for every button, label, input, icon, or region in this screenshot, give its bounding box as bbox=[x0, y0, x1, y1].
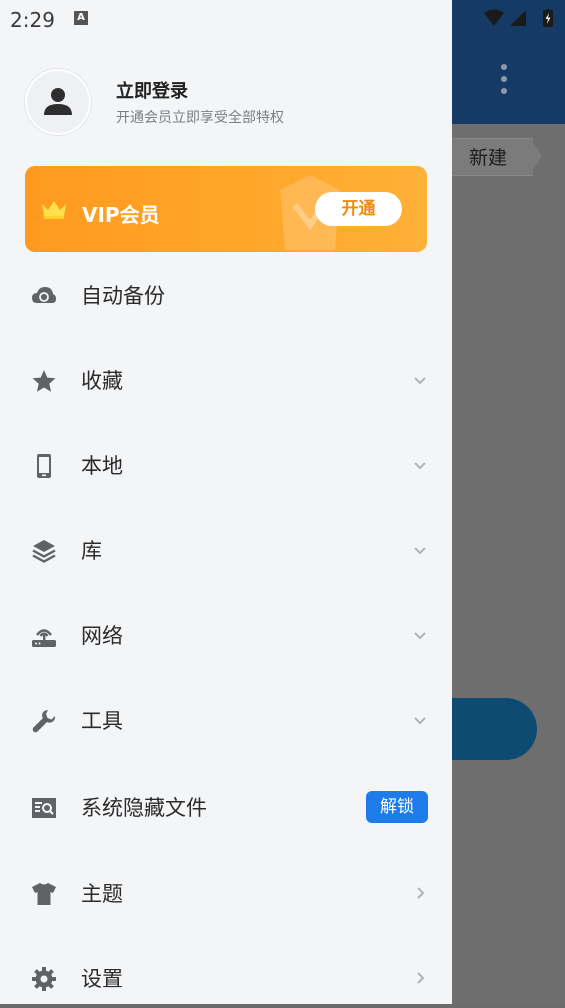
chevron-down-icon bbox=[414, 462, 426, 470]
login-title[interactable]: 立即登录 bbox=[116, 77, 188, 103]
star-icon bbox=[32, 370, 56, 392]
cloud-sync-icon bbox=[32, 287, 56, 303]
vip-banner[interactable]: VIP会员 开通 bbox=[25, 166, 427, 252]
phone-icon bbox=[37, 454, 51, 478]
menu-item-auto-backup[interactable]: 自动备份 bbox=[0, 265, 452, 325]
menu-label: 库 bbox=[81, 539, 102, 563]
tshirt-icon bbox=[32, 883, 56, 905]
menu-item-settings[interactable]: 设置 bbox=[0, 948, 452, 1008]
layers-icon bbox=[32, 540, 56, 563]
navigation-drawer: 立即登录 开通会员立即享受全部特权 VIP会员 开通 自动备份 收藏 本地 库 … bbox=[0, 0, 452, 1004]
hidden-file-icon bbox=[32, 798, 56, 818]
router-icon bbox=[32, 629, 56, 647]
chevron-right-icon bbox=[417, 972, 425, 984]
chevron-down-icon bbox=[414, 632, 426, 640]
menu-item-theme[interactable]: 主题 bbox=[0, 863, 452, 923]
login-subtitle: 开通会员立即享受全部特权 bbox=[116, 110, 284, 126]
avatar[interactable] bbox=[25, 69, 91, 135]
vip-label: VIP会员 bbox=[82, 203, 160, 227]
crown-icon bbox=[42, 201, 66, 219]
chevron-down-icon bbox=[414, 717, 426, 725]
profile-header[interactable]: 立即登录 开通会员立即享受全部特权 bbox=[25, 69, 425, 135]
chevron-down-icon bbox=[414, 377, 426, 385]
chevron-down-icon bbox=[414, 547, 426, 555]
menu-label: 本地 bbox=[81, 454, 123, 478]
menu-label: 设置 bbox=[81, 967, 123, 991]
menu-label: 系统隐藏文件 bbox=[81, 796, 207, 820]
vip-open-button[interactable]: 开通 bbox=[315, 192, 402, 226]
menu-item-local[interactable]: 本地 bbox=[0, 435, 452, 495]
menu-label: 工具 bbox=[81, 709, 123, 733]
status-bar: 2:29 A bbox=[0, 0, 565, 38]
menu-label: 网络 bbox=[81, 624, 123, 648]
menu-label: 收藏 bbox=[81, 369, 123, 393]
wifi-signal-battery-icon bbox=[484, 9, 553, 27]
menu-item-favorites[interactable]: 收藏 bbox=[0, 350, 452, 410]
menu-item-network[interactable]: 网络 bbox=[0, 605, 452, 665]
breadcrumb-label[interactable]: 新建 bbox=[469, 143, 507, 170]
menu-item-hidden-system-files[interactable]: 系统隐藏文件 解锁 bbox=[0, 777, 452, 837]
gear-icon bbox=[32, 967, 56, 991]
chevron-right-icon bbox=[417, 887, 425, 899]
status-icons bbox=[482, 9, 558, 29]
menu-label: 自动备份 bbox=[81, 284, 165, 308]
menu-label: 主题 bbox=[81, 882, 123, 906]
menu-item-library[interactable]: 库 bbox=[0, 520, 452, 580]
user-icon bbox=[44, 88, 72, 115]
wrench-icon bbox=[32, 710, 56, 733]
breadcrumb-arrow bbox=[530, 138, 542, 174]
menu-item-tools[interactable]: 工具 bbox=[0, 690, 452, 750]
notification-icon: A bbox=[74, 11, 88, 25]
unlock-button[interactable]: 解锁 bbox=[366, 791, 428, 823]
status-time: 2:29 bbox=[10, 8, 55, 32]
more-options-icon[interactable] bbox=[498, 64, 510, 98]
